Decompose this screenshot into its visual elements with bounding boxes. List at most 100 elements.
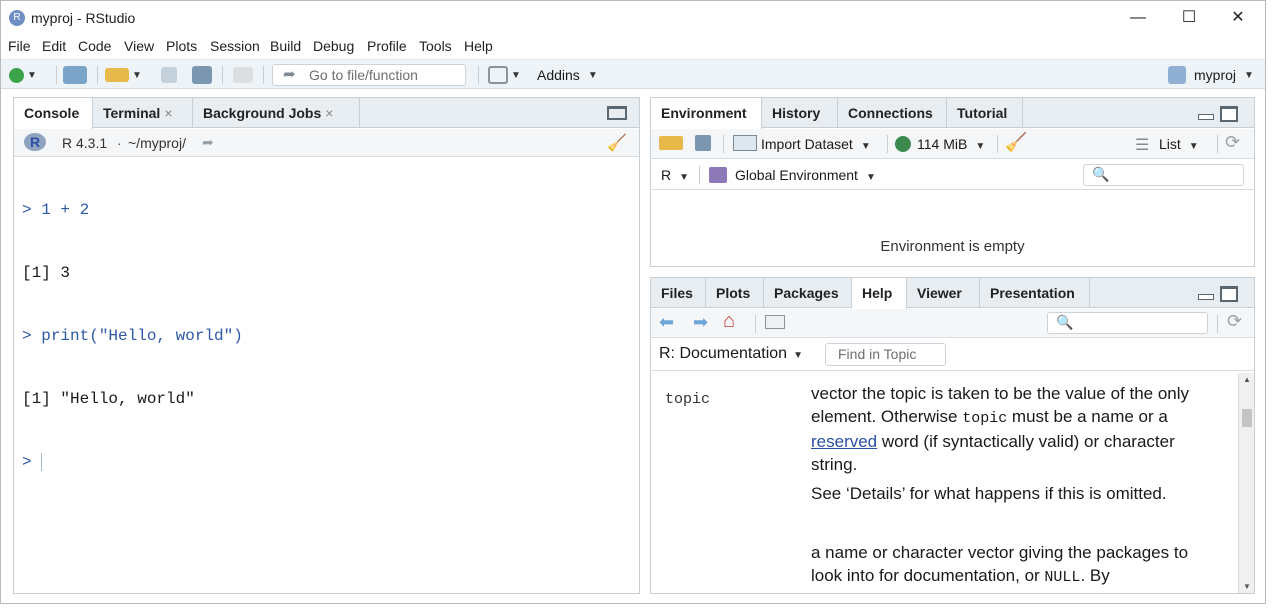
language-label: R xyxy=(661,167,672,183)
menu-session[interactable]: Session xyxy=(210,38,260,54)
tab-console[interactable]: Console xyxy=(14,98,93,129)
tab-background-jobs-label: Background Jobs xyxy=(203,105,322,121)
print-button[interactable] xyxy=(233,65,253,85)
broom-icon[interactable]: 🧹 xyxy=(1005,132,1027,153)
tab-environment[interactable]: Environment xyxy=(651,98,762,129)
chevron-down-icon: ▼ xyxy=(1188,141,1199,152)
menu-debug[interactable]: Debug xyxy=(313,38,354,54)
goto-directory-icon[interactable]: ➦ xyxy=(202,134,214,151)
toolbar-separator xyxy=(723,135,724,153)
chevron-down-icon: ▼ xyxy=(132,69,142,81)
menu-build[interactable]: Build xyxy=(270,38,301,54)
tab-tutorial[interactable]: Tutorial xyxy=(947,98,1023,128)
environment-scope-dropdown[interactable]: Global Environment ▼ xyxy=(735,167,876,183)
save-all-icon xyxy=(192,66,212,84)
menu-plots[interactable]: Plots xyxy=(166,38,197,54)
refresh-icon[interactable]: ⟳ xyxy=(1227,311,1242,332)
minimize-window-button[interactable]: — xyxy=(1115,3,1161,33)
new-file-button[interactable]: ▼ xyxy=(9,65,37,85)
new-project-button[interactable] xyxy=(63,65,87,85)
language-dropdown[interactable]: R ▼ xyxy=(661,167,689,183)
console-line: > 1 + 2 xyxy=(22,200,243,221)
tab-terminal-label: Terminal xyxy=(103,105,161,121)
view-mode-dropdown[interactable]: List ▼ xyxy=(1159,136,1199,152)
goto-file-input[interactable]: ➦ Go to file/function xyxy=(272,64,466,86)
working-directory: ~/myproj/ xyxy=(128,135,186,151)
description-text: . By xyxy=(1080,566,1110,585)
scroll-up-icon[interactable]: ▲ xyxy=(1243,375,1251,384)
menu-help[interactable]: Help xyxy=(464,38,493,54)
find-in-topic-input[interactable]: Find in Topic xyxy=(825,343,946,366)
environment-panel: Environment History Connections Tutorial… xyxy=(650,97,1255,267)
forward-arrow-icon[interactable]: ➡ xyxy=(693,312,708,333)
save-all-button[interactable] xyxy=(192,65,212,85)
toolbar-separator xyxy=(699,166,700,184)
scroll-down-icon[interactable]: ▼ xyxy=(1243,582,1251,591)
maximize-pane-icon[interactable] xyxy=(1220,106,1238,122)
environment-scope-label: Global Environment xyxy=(735,167,858,183)
minimize-pane-icon[interactable] xyxy=(1198,294,1214,300)
project-menu[interactable]: myproj ▼ xyxy=(1168,65,1254,85)
tab-help[interactable]: Help xyxy=(852,278,907,309)
tab-presentation[interactable]: Presentation xyxy=(980,278,1090,308)
maximize-pane-icon[interactable] xyxy=(1220,286,1238,302)
new-project-icon xyxy=(63,66,87,84)
save-button[interactable] xyxy=(161,65,177,85)
toolbar-separator xyxy=(263,66,264,84)
console-input-active[interactable] xyxy=(32,453,42,471)
environment-search-input[interactable]: 🔍 xyxy=(1083,164,1244,186)
menu-file[interactable]: File xyxy=(8,38,31,54)
console-result: [1] "Hello, world" xyxy=(22,390,195,408)
help-panel: Files Plots Packages Help Viewer Present… xyxy=(650,277,1255,594)
close-icon[interactable]: × xyxy=(164,105,172,121)
tab-plots[interactable]: Plots xyxy=(706,278,764,308)
refresh-icon[interactable]: ⟳ xyxy=(1225,132,1240,153)
files-tabs: Files Plots Packages Help Viewer Present… xyxy=(651,278,1254,309)
import-dataset-button[interactable]: Import Dataset ▼ xyxy=(761,136,871,152)
show-in-window-icon[interactable] xyxy=(765,315,785,329)
open-file-button[interactable]: ▼ xyxy=(105,65,142,85)
minimize-pane-icon[interactable] xyxy=(1198,114,1214,120)
r-logo-icon: R xyxy=(24,133,46,151)
back-arrow-icon[interactable]: ⬅ xyxy=(659,312,674,333)
console-output[interactable]: > 1 + 2 [1] 3 > print("Hello, world") [1… xyxy=(22,158,243,515)
folder-open-icon xyxy=(105,68,129,82)
grid-icon xyxy=(488,66,508,84)
tab-connections[interactable]: Connections xyxy=(838,98,947,128)
maximize-window-button[interactable]: ☐ xyxy=(1166,3,1212,33)
toolbar-separator xyxy=(478,66,479,84)
menu-tools[interactable]: Tools xyxy=(419,38,452,54)
tab-files[interactable]: Files xyxy=(651,278,706,308)
clear-console-icon[interactable]: 🧹 xyxy=(607,133,627,153)
memory-usage-button[interactable]: 114 MiB ▼ xyxy=(917,136,985,152)
menu-edit[interactable]: Edit xyxy=(42,38,66,54)
console-line: [1] 3 xyxy=(22,263,243,284)
param-name: topic xyxy=(665,391,711,408)
menu-code[interactable]: Code xyxy=(78,38,111,54)
menu-profile[interactable]: Profile xyxy=(367,38,407,54)
pane-layout-button[interactable]: ▼ xyxy=(488,65,521,85)
help-search-input[interactable]: 🔍 xyxy=(1047,312,1208,334)
tab-console-label: Console xyxy=(24,105,80,121)
tab-viewer[interactable]: Viewer xyxy=(907,278,980,308)
scrollbar-thumb[interactable] xyxy=(1242,409,1252,427)
addins-menu[interactable]: Addins ▼ xyxy=(537,65,598,85)
toolbar-separator xyxy=(997,135,998,153)
menu-view[interactable]: View xyxy=(124,38,154,54)
save-workspace-icon[interactable] xyxy=(695,135,711,151)
close-icon[interactable]: × xyxy=(325,105,333,121)
tab-terminal[interactable]: Terminal × xyxy=(93,98,193,128)
restore-pane-icon[interactable] xyxy=(607,106,627,120)
home-icon[interactable]: ⌂ xyxy=(723,310,735,333)
load-workspace-icon[interactable] xyxy=(659,136,683,150)
environment-tabs: Environment History Connections Tutorial xyxy=(651,98,1254,129)
documentation-dropdown[interactable]: R: Documentation ▼ xyxy=(659,345,803,363)
environment-empty-message: Environment is empty xyxy=(880,238,1025,255)
tab-background-jobs[interactable]: Background Jobs × xyxy=(193,98,360,128)
tab-packages[interactable]: Packages xyxy=(764,278,852,308)
help-scrollbar[interactable]: ▲ ▼ xyxy=(1238,373,1254,593)
close-window-button[interactable]: ✕ xyxy=(1215,3,1261,33)
tab-history[interactable]: History xyxy=(762,98,838,128)
reserved-link[interactable]: reserved xyxy=(811,432,877,451)
window-title: myproj - RStudio xyxy=(31,10,136,26)
